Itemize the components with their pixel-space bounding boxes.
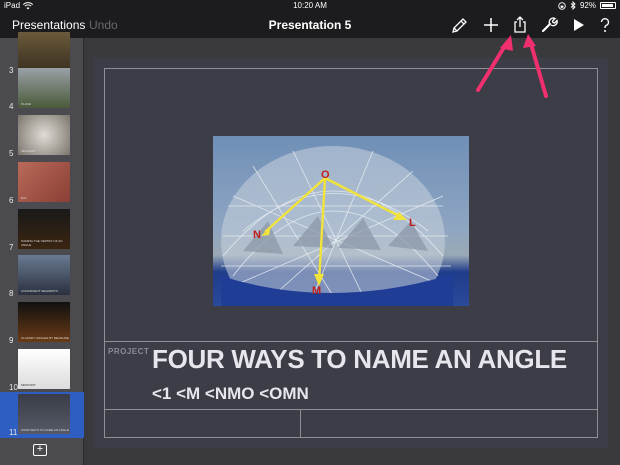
slide-preview-caption: SEGMENT bbox=[21, 149, 36, 153]
slide-number: 7 bbox=[9, 243, 14, 252]
slide-preview-caption: RAY bbox=[21, 196, 27, 200]
slide-preview: CLASSIFY ANGLES BY MEASURE bbox=[18, 302, 70, 342]
slide-preview-caption: PLANE bbox=[21, 102, 31, 106]
play-icon[interactable] bbox=[569, 16, 587, 34]
slide-thumbnail-7[interactable]: 7 NAMING THE VERTEX OF AN ANGLE bbox=[0, 207, 84, 253]
point-label: N bbox=[253, 229, 261, 241]
battery-percent: 92% bbox=[579, 1, 596, 10]
lock-rotation-icon bbox=[558, 1, 566, 10]
help-icon[interactable] bbox=[596, 16, 614, 34]
project-label[interactable]: PROJECT bbox=[108, 347, 149, 356]
slide-preview-caption: MIDPOINT bbox=[21, 383, 36, 387]
slide-preview-caption: FOUR WAYS TO NAME AN ANGLE bbox=[21, 428, 69, 432]
slide-preview-caption: NAMING THE VERTEX OF AN ANGLE bbox=[21, 239, 63, 247]
slide-preview: NAMING THE VERTEX OF AN ANGLE bbox=[18, 209, 70, 249]
share-icon[interactable] bbox=[511, 16, 529, 34]
slide-preview-caption: CONGRUENT SEGMENTS bbox=[21, 289, 58, 293]
slide-preview-caption: CLASSIFY ANGLES BY MEASURE bbox=[21, 336, 69, 340]
slide-number: 11 bbox=[9, 428, 18, 437]
battery-icon bbox=[600, 2, 616, 9]
slide-thumbnail-8[interactable]: 8 CONGRUENT SEGMENTS bbox=[0, 253, 84, 299]
slide-thumbnail-10[interactable]: 10 MIDPOINT bbox=[0, 347, 84, 393]
slide-preview: MIDPOINT bbox=[18, 349, 70, 389]
format-brush-icon[interactable] bbox=[451, 16, 469, 34]
slide-preview: PLANE bbox=[18, 68, 70, 108]
slide-thumbnail-5[interactable]: 5 SEGMENT bbox=[0, 113, 84, 159]
point-label: M bbox=[312, 285, 321, 297]
slide-number: 5 bbox=[9, 149, 14, 158]
slide-preview: SEGMENT bbox=[18, 115, 70, 155]
slide-title[interactable]: FOUR WAYS TO NAME AN ANGLE bbox=[152, 344, 567, 375]
point-label: L bbox=[409, 217, 416, 229]
slide[interactable]: O N L M PROJECT FOUR WAYS TO NAME AN ANG… bbox=[94, 58, 608, 448]
slide-divider bbox=[104, 341, 598, 342]
slide-thumbnail-9[interactable]: 9 CLASSIFY ANGLES BY MEASURE bbox=[0, 300, 84, 346]
slide-number: 6 bbox=[9, 196, 14, 205]
slide-number: 10 bbox=[9, 383, 18, 392]
slide-thumbnail-11[interactable]: 11 FOUR WAYS TO NAME AN ANGLE bbox=[0, 392, 84, 438]
clock: 10:20 AM bbox=[293, 1, 327, 10]
plus-icon[interactable] bbox=[482, 16, 500, 34]
geodesic-dome-photo[interactable]: O N L M bbox=[213, 136, 469, 306]
slide-thumbnail-6[interactable]: 6 RAY bbox=[0, 160, 84, 206]
slide-number: 9 bbox=[9, 336, 14, 345]
slide-preview: FOUR WAYS TO NAME AN ANGLE bbox=[18, 394, 70, 434]
add-slide-button[interactable]: + bbox=[33, 444, 47, 456]
slide-navigator: 3 4 PLANE 5 SEGMENT 6 RAY 7 NAMING THE VERTEX OF… bbox=[0, 32, 84, 465]
status-bar: iPad 10:20 AM 92% bbox=[0, 0, 620, 12]
slide-thumbnail-4[interactable]: 4 PLANE bbox=[0, 66, 84, 112]
slide-divider bbox=[104, 409, 598, 410]
slide-number: 4 bbox=[9, 102, 14, 111]
bluetooth-icon bbox=[570, 1, 576, 10]
dome-illustration: O N L M bbox=[221, 146, 453, 306]
point-label: O bbox=[321, 169, 330, 181]
slide-subtitle[interactable]: <1 <M <NMO <OMN bbox=[152, 384, 309, 404]
slide-preview: RAY bbox=[18, 162, 70, 202]
slide-preview: CONGRUENT SEGMENTS bbox=[18, 255, 70, 295]
slide-number: 8 bbox=[9, 289, 14, 298]
wrench-icon[interactable] bbox=[540, 16, 558, 34]
toolbar: Presentations Undo Presentation 5 bbox=[0, 12, 620, 38]
battery-fill bbox=[602, 4, 614, 7]
slide-divider bbox=[300, 409, 301, 438]
